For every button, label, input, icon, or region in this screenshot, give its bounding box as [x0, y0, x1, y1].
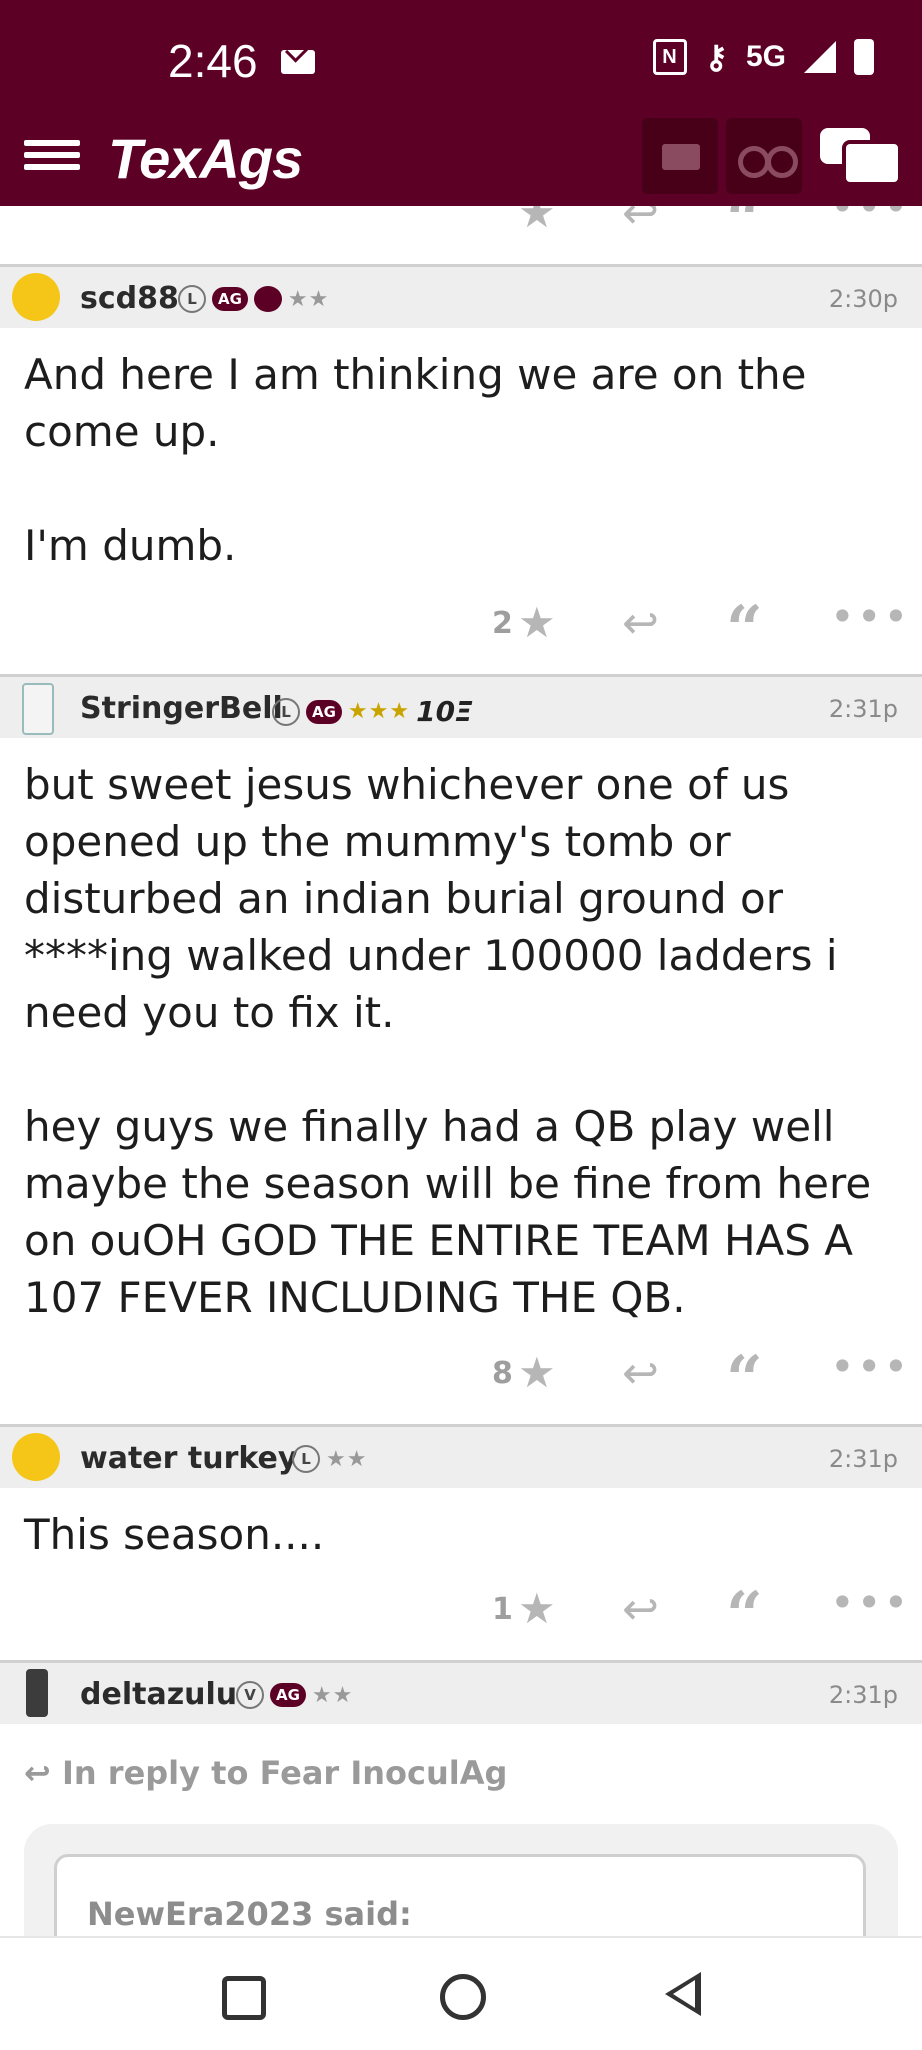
user-badges: L AG ★★ — [178, 285, 329, 313]
quote-author: NewEra2023 said: — [87, 1895, 412, 1933]
username[interactable]: scd88 — [80, 281, 179, 316]
post-time: 2:30p — [828, 285, 898, 313]
ag-badge: AG — [270, 1683, 306, 1707]
ten-badge: 10Ξ — [416, 695, 473, 728]
post-actions: ★ ↩ “ ••• — [0, 206, 922, 257]
rank-stars: ★★ — [287, 286, 330, 312]
verified-badge: V — [236, 1681, 264, 1709]
rank-stars: ★★ — [311, 1682, 354, 1708]
nfc-icon: N — [652, 39, 687, 75]
post-body: This season.... — [24, 1510, 325, 1559]
avatar[interactable] — [26, 1669, 48, 1717]
avatar[interactable] — [12, 1433, 60, 1481]
lifetime-badge: L — [178, 285, 206, 313]
watchlist-button[interactable] — [726, 118, 802, 194]
avatar[interactable] — [12, 273, 60, 321]
reply-icon[interactable]: ↩ — [622, 1584, 659, 1635]
app-bar: TexAgs — [0, 118, 922, 206]
post-header: StringerBell L AG ★★★ 10Ξ 2:31p — [0, 674, 922, 738]
more-icon[interactable]: ••• — [830, 1342, 910, 1391]
reply-icon: ↩ — [24, 1754, 62, 1792]
status-time: 2:46 — [168, 35, 258, 87]
avatar[interactable] — [22, 683, 54, 735]
star-icon[interactable]: ★ — [518, 1348, 556, 1397]
post-body: but sweet jesus whichever one of us open… — [24, 760, 872, 1322]
reply-icon[interactable]: ↩ — [622, 206, 659, 239]
username[interactable]: water turkey — [80, 1441, 297, 1476]
quote-block: NewEra2023 said: — [24, 1824, 898, 1936]
quote-icon[interactable]: “ — [726, 1342, 763, 1417]
post-header: deltazulu V AG ★★ 2:31p — [0, 1660, 922, 1724]
post-time: 2:31p — [828, 1681, 898, 1709]
key-icon: ⚷ — [704, 39, 728, 75]
user-badges: V AG ★★ — [236, 1681, 353, 1709]
quote-box: NewEra2023 said: — [54, 1854, 866, 1936]
post-header: scd88 L AG ★★ 2:30p — [0, 264, 922, 328]
star-count: 8 — [492, 1356, 513, 1391]
user-badges: L ★★ — [292, 1445, 367, 1473]
home-button[interactable] — [440, 1974, 486, 2020]
rank-stars: ★★ — [326, 1446, 368, 1472]
chat-button[interactable] — [820, 124, 902, 188]
helmet-icon — [253, 286, 282, 312]
messages-button[interactable] — [642, 118, 718, 194]
back-button[interactable] — [665, 1972, 701, 2016]
mail-notification-icon — [281, 50, 315, 74]
user-badges: L AG ★★★ 10Ξ — [272, 695, 473, 728]
post-feed[interactable]: ★ ↩ “ ••• scd88 L AG ★★ 2:30p And here I… — [0, 206, 922, 1936]
reply-icon[interactable]: ↩ — [622, 1348, 659, 1399]
chat-icon-bubble — [842, 140, 902, 186]
lifetime-badge: L — [292, 1445, 320, 1473]
binoculars-lens — [766, 146, 798, 178]
ag-badge: AG — [306, 699, 342, 724]
recents-button[interactable] — [222, 1976, 266, 2020]
mail-icon — [662, 144, 700, 170]
username[interactable]: deltazulu — [80, 1677, 237, 1712]
post-actions: 2 ★ ↩ “ ••• — [0, 592, 922, 667]
system-nav-bar — [0, 1936, 922, 2050]
star-icon[interactable]: ★ — [518, 598, 556, 647]
more-icon[interactable]: ••• — [830, 592, 910, 641]
quote-icon[interactable]: “ — [726, 592, 763, 667]
ag-badge: AG — [212, 287, 248, 311]
lifetime-badge: L — [272, 697, 300, 726]
quote-icon[interactable]: “ — [726, 206, 763, 257]
menu-icon[interactable] — [24, 134, 80, 182]
reply-to-text: In reply to Fear InoculAg — [61, 1754, 508, 1792]
reply-to-link[interactable]: ↩ In reply to Fear InoculAg — [24, 1754, 507, 1792]
quote-icon[interactable]: “ — [726, 1578, 763, 1653]
post-time: 2:31p — [828, 1445, 898, 1473]
status-icons: N ⚷ 5G — [652, 38, 874, 76]
more-icon[interactable]: ••• — [830, 1578, 910, 1627]
post-actions: 8 ★ ↩ “ ••• — [0, 1342, 922, 1417]
star-icon[interactable]: ★ — [518, 206, 556, 237]
network-label: 5G — [745, 40, 786, 73]
username[interactable]: StringerBell — [80, 691, 283, 726]
rank-stars: ★★★ — [347, 699, 411, 724]
star-count: 1 — [492, 1592, 513, 1627]
reply-icon[interactable]: ↩ — [622, 598, 659, 649]
star-icon[interactable]: ★ — [518, 1584, 556, 1633]
post-time: 2:31p — [828, 695, 898, 723]
signal-icon — [804, 41, 836, 73]
more-icon[interactable]: ••• — [830, 206, 910, 231]
star-count: 2 — [492, 606, 513, 641]
post-header: water turkey L ★★ 2:31p — [0, 1424, 922, 1488]
texags-logo[interactable]: TexAgs — [108, 126, 303, 191]
battery-icon — [854, 39, 874, 75]
status-bar: 2:46 N ⚷ 5G — [0, 0, 922, 120]
post-body: And here I am thinking we are on the com… — [24, 350, 807, 570]
post-actions: 1 ★ ↩ “ ••• — [0, 1578, 922, 1653]
